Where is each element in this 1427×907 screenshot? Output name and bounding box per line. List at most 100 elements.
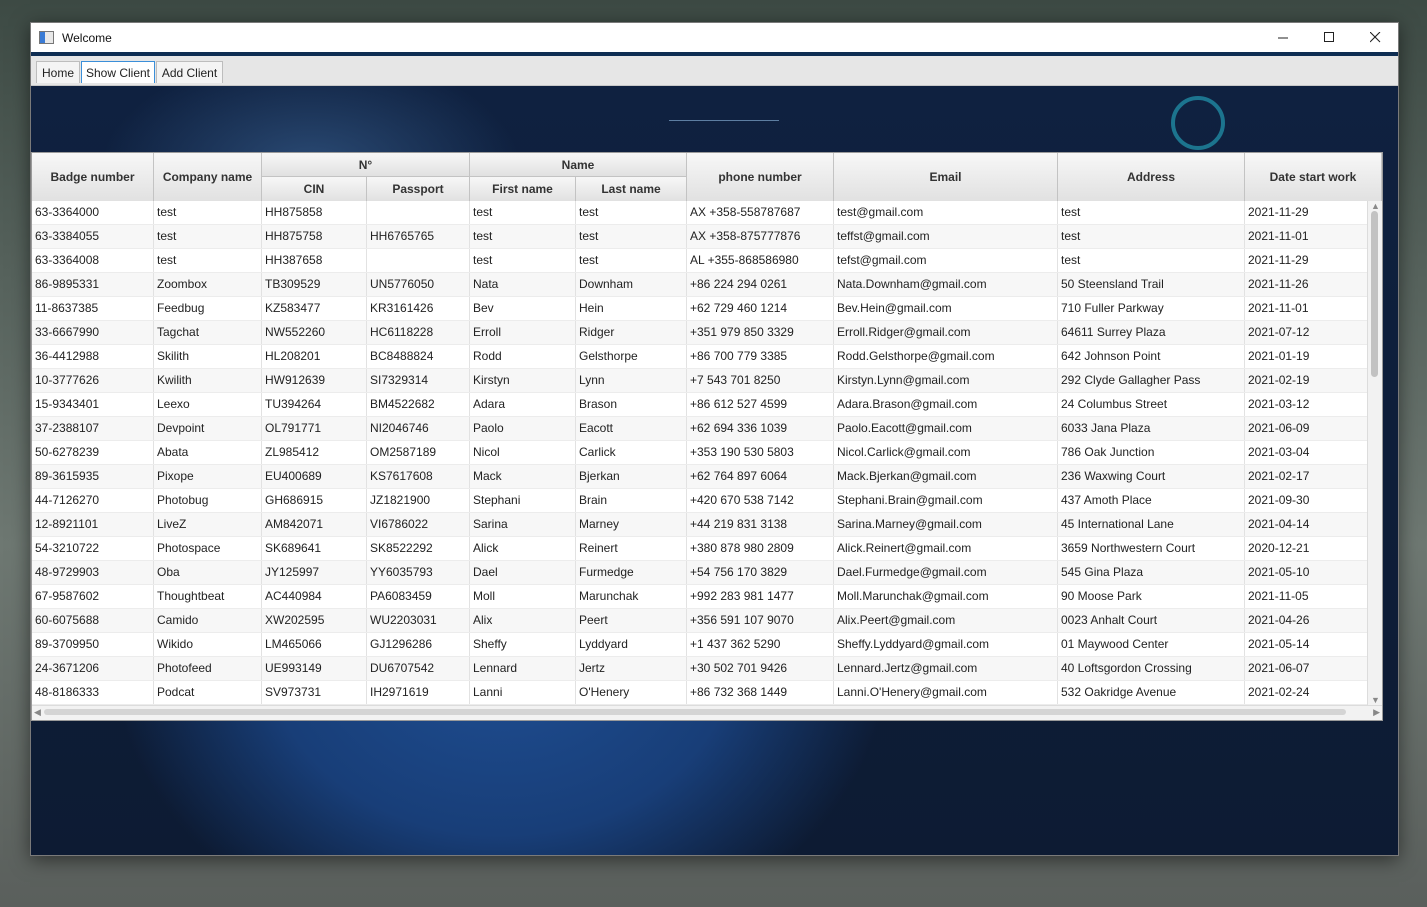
scroll-left-icon[interactable]: ◀ [34, 707, 41, 718]
cell-badge-number: 63-3364000 [32, 201, 154, 224]
table-row[interactable]: 60-6075688 Camido XW202595 WU2203031 Alix Pee… [32, 609, 1368, 633]
cell-cin: HH875758 [262, 225, 367, 248]
cell-email: Adara.Brason@gmail.com [834, 393, 1058, 416]
close-button[interactable] [1352, 23, 1398, 52]
header-phone-number[interactable]: phone number [687, 153, 834, 201]
table-row[interactable]: 63-3364000 test HH875858 test test AX +358-55… [32, 201, 1368, 225]
cell-phone-number: +62 694 336 1039 [687, 417, 834, 440]
cell-email: Alix.Peert@gmail.com [834, 609, 1058, 632]
table-row[interactable]: 48-8186333 Podcat SV973731 IH2971619 Lanni O'… [32, 681, 1368, 705]
cell-company-name: Photobug [154, 489, 262, 512]
horizontal-scroll-thumb[interactable] [44, 709, 1346, 715]
horizontal-scrollbar[interactable]: ◀ ▶ [32, 705, 1382, 720]
cell-badge-number: 89-3709950 [32, 633, 154, 656]
scroll-down-icon[interactable]: ▼ [1371, 695, 1380, 705]
cell-last-name: O'Henery [576, 681, 687, 704]
table-row[interactable]: 12-8921101 LiveZ AM842071 VI6786022 Sarina Ma… [32, 513, 1368, 537]
cell-address: 710 Fuller Parkway [1058, 297, 1245, 320]
cell-first-name: Stephani [470, 489, 576, 512]
cell-passport: HC6118228 [367, 321, 470, 344]
cell-last-name: Bjerkan [576, 465, 687, 488]
cell-badge-number: 60-6075688 [32, 609, 154, 632]
minimize-button[interactable] [1260, 23, 1306, 52]
table-row[interactable]: 86-9895331 Zoombox TB309529 UN5776050 Nata Do… [32, 273, 1368, 297]
cell-passport [367, 201, 470, 224]
cell-last-name: Gelsthorpe [576, 345, 687, 368]
maximize-button[interactable] [1306, 23, 1352, 52]
cell-passport: NI2046746 [367, 417, 470, 440]
header-company-name[interactable]: Company name [154, 153, 262, 201]
cell-passport: OM2587189 [367, 441, 470, 464]
scroll-up-icon[interactable]: ▲ [1371, 201, 1380, 211]
table-body: 63-3364000 test HH875858 test test AX +358-55… [32, 201, 1368, 705]
table-row[interactable]: 15-9343401 Leexo TU394264 BM4522682 Adara Bra… [32, 393, 1368, 417]
cell-company-name: Oba [154, 561, 262, 584]
cell-badge-number: 15-9343401 [32, 393, 154, 416]
cell-passport: VI6786022 [367, 513, 470, 536]
table-row[interactable]: 37-2388107 Devpoint OL791771 NI2046746 Paolo… [32, 417, 1368, 441]
scroll-right-icon[interactable]: ▶ [1373, 707, 1380, 718]
cell-email: Lennard.Jertz@gmail.com [834, 657, 1058, 680]
cell-date-start-work: 2021-11-01 [1245, 297, 1368, 320]
header-passport[interactable]: Passport [367, 177, 470, 201]
table-row[interactable]: 67-9587602 Thoughtbeat AC440984 PA6083459 Mo… [32, 585, 1368, 609]
cell-badge-number: 12-8921101 [32, 513, 154, 536]
table-row[interactable]: 48-9729903 Oba JY125997 YY6035793 Dael Furmed… [32, 561, 1368, 585]
table-row[interactable]: 50-6278239 Abata ZL985412 OM2587189 Nicol Car… [32, 441, 1368, 465]
vertical-scroll-thumb[interactable] [1371, 211, 1378, 377]
header-last-name[interactable]: Last name [576, 177, 687, 201]
header-email[interactable]: Email [834, 153, 1058, 201]
tab-show-client[interactable]: Show Client [81, 61, 155, 83]
cell-last-name: Reinert [576, 537, 687, 560]
header-cin[interactable]: CIN [262, 177, 367, 201]
cell-company-name: Zoombox [154, 273, 262, 296]
table-row[interactable]: 10-3777626 Kwilith HW912639 SI7329314 Kirsty… [32, 369, 1368, 393]
close-icon [1369, 32, 1380, 43]
table-row[interactable]: 63-3364008 test HH387658 test test AL +355-86… [32, 249, 1368, 273]
table-row[interactable]: 36-4412988 Skilith HL208201 BC8488824 Rodd Ge… [32, 345, 1368, 369]
tab-home[interactable]: Home [36, 61, 80, 83]
table-row[interactable]: 44-7126270 Photobug GH686915 JZ1821900 Steph… [32, 489, 1368, 513]
cell-first-name: Nata [470, 273, 576, 296]
cell-passport: IH2971619 [367, 681, 470, 704]
cell-email: Sarina.Marney@gmail.com [834, 513, 1058, 536]
table-header: Badge number Company name N° CIN Passpor… [32, 153, 1382, 202]
cell-first-name: Erroll [470, 321, 576, 344]
header-first-name[interactable]: First name [470, 177, 576, 201]
table-row[interactable]: 33-6667990 Tagchat NW552260 HC6118228 Erroll… [32, 321, 1368, 345]
title-bar[interactable]: Welcome [31, 23, 1398, 52]
tab-add-client[interactable]: Add Client [156, 61, 223, 83]
cell-passport: UN5776050 [367, 273, 470, 296]
cell-email: Dael.Furmedge@gmail.com [834, 561, 1058, 584]
table-row[interactable]: 89-3709950 Wikido LM465066 GJ1296286 Sheffy L… [32, 633, 1368, 657]
cell-phone-number: +62 729 460 1214 [687, 297, 834, 320]
cell-company-name: Podcat [154, 681, 262, 704]
cell-badge-number: 10-3777626 [32, 369, 154, 392]
cell-passport: YY6035793 [367, 561, 470, 584]
cell-email: Rodd.Gelsthorpe@gmail.com [834, 345, 1058, 368]
vertical-scrollbar[interactable]: ▲ ▼ [1367, 201, 1382, 705]
header-date-start-work[interactable]: Date start work [1245, 153, 1382, 201]
header-badge-number[interactable]: Badge number [32, 153, 154, 201]
cell-badge-number: 63-3364008 [32, 249, 154, 272]
cell-last-name: test [576, 249, 687, 272]
header-address[interactable]: Address [1058, 153, 1245, 201]
table-row[interactable]: 89-3615935 Pixope EU400689 KS7617608 Mack Bje… [32, 465, 1368, 489]
cell-cin: ZL985412 [262, 441, 367, 464]
cell-passport: DU6707542 [367, 657, 470, 680]
cell-cin: JY125997 [262, 561, 367, 584]
cell-phone-number: +86 732 368 1449 [687, 681, 834, 704]
table-row[interactable]: 63-3384055 test HH875758 HH6765765 test test A… [32, 225, 1368, 249]
table-row[interactable]: 54-3210722 Photospace SK689641 SK8522292 Ali… [32, 537, 1368, 561]
table-row[interactable]: 11-8637385 Feedbug KZ583477 KR3161426 Bev Hei… [32, 297, 1368, 321]
clients-table: Badge number Company name N° CIN Passpor… [31, 152, 1383, 721]
cell-cin: TB309529 [262, 273, 367, 296]
cell-email: Nicol.Carlick@gmail.com [834, 441, 1058, 464]
cell-first-name: Moll [470, 585, 576, 608]
table-row[interactable]: 24-3671206 Photofeed UE993149 DU6707542 Lenn… [32, 657, 1368, 681]
cell-badge-number: 67-9587602 [32, 585, 154, 608]
cell-first-name: Alix [470, 609, 576, 632]
cell-cin: SK689641 [262, 537, 367, 560]
cell-first-name: Paolo [470, 417, 576, 440]
cell-cin: SV973731 [262, 681, 367, 704]
